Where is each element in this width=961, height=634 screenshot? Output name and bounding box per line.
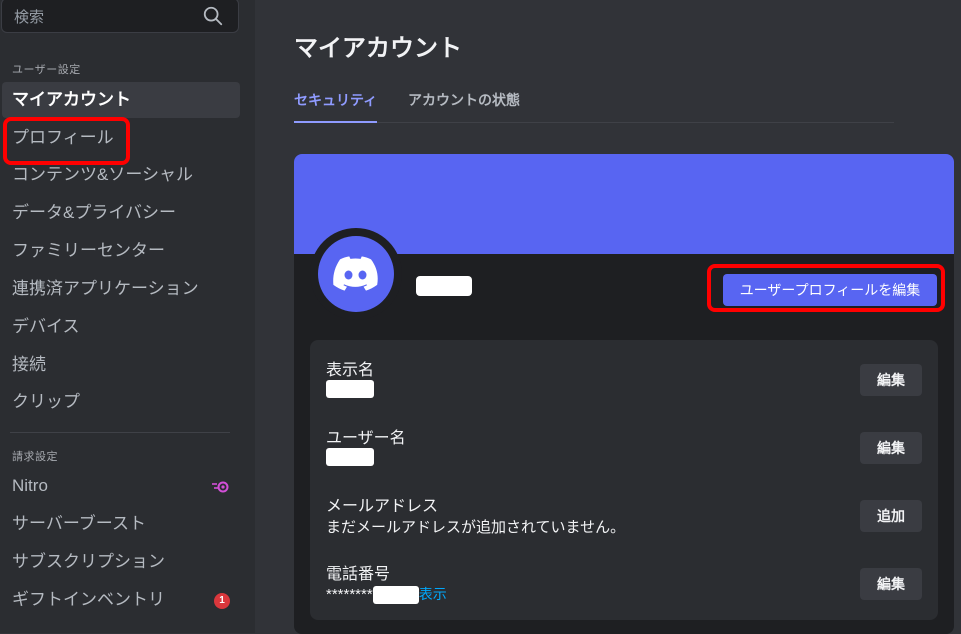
field-label: ユーザー名 bbox=[326, 430, 406, 447]
account-card: ユーザープロフィールを編集 表示名 編集 ユーザー名 編集 メールアドレス まだ… bbox=[294, 154, 954, 634]
sidebar-item-label: 連携済アプリケーション bbox=[12, 279, 199, 298]
sidebar-item-family-center[interactable]: ファミリーセンター bbox=[2, 233, 240, 269]
tab-account-status[interactable]: アカウントの状態 bbox=[408, 90, 520, 121]
discord-logo-icon bbox=[318, 236, 394, 312]
sidebar-item-label: クリップ bbox=[12, 392, 80, 411]
sidebar-item-label: デバイス bbox=[12, 317, 80, 336]
masked-phone: ******** bbox=[326, 586, 373, 603]
sidebar-item-label: コンテンツ&ソーシャル bbox=[12, 165, 193, 184]
search-input[interactable]: 検索 bbox=[1, 0, 239, 33]
edit-username-button[interactable]: 編集 bbox=[860, 432, 922, 464]
search-icon bbox=[203, 6, 223, 26]
user-settings-header: ユーザー設定 bbox=[12, 64, 81, 76]
notification-badge: 1 bbox=[214, 592, 230, 609]
redacted-value bbox=[326, 380, 374, 399]
redacted-value bbox=[326, 448, 374, 467]
sidebar-item-label: サブスクリプション bbox=[12, 552, 165, 571]
sidebar-item-label: 接続 bbox=[12, 355, 46, 374]
edit-user-profile-button[interactable]: ユーザープロフィールを編集 bbox=[723, 274, 937, 306]
page-title: マイアカウント bbox=[294, 35, 462, 62]
field-value: ******** 表示 bbox=[326, 584, 447, 605]
phone-field: 電話番号 ******** 表示 編集 bbox=[326, 560, 922, 620]
sidebar-item-label: データ&プライバシー bbox=[12, 203, 176, 222]
sidebar-item-subscriptions[interactable]: サブスクリプション bbox=[2, 544, 240, 580]
sidebar-item-label: ファミリーセンター bbox=[12, 241, 165, 260]
field-label: メールアドレス bbox=[326, 498, 439, 515]
billing-settings-header: 請求設定 bbox=[12, 451, 58, 463]
username-field: ユーザー名 編集 bbox=[326, 424, 922, 484]
field-label: 電話番号 bbox=[326, 566, 391, 583]
field-value: まだメールアドレスが追加されていません。 bbox=[326, 519, 626, 536]
nitro-icon bbox=[212, 468, 230, 504]
main-content: マイアカウント セキュリティ アカウントの状態 ユーザープロフィールを編集 表示… bbox=[255, 0, 961, 634]
sidebar-item-data-privacy[interactable]: データ&プライバシー bbox=[2, 195, 240, 231]
settings-sidebar: 検索 ユーザー設定 マイアカウント プロフィール コンテンツ&ソーシャル データ… bbox=[0, 0, 255, 633]
display-name-field: 表示名 編集 bbox=[326, 356, 922, 416]
avatar[interactable] bbox=[310, 228, 402, 320]
sidebar-item-nitro[interactable]: Nitro bbox=[2, 468, 240, 504]
sidebar-item-devices[interactable]: デバイス bbox=[2, 309, 240, 345]
sidebar-item-label: サーバーブースト bbox=[12, 514, 146, 533]
sidebar-item-connections[interactable]: 接続 bbox=[2, 347, 240, 383]
profile-banner bbox=[294, 154, 954, 254]
sidebar-item-label: プロフィール bbox=[12, 128, 114, 147]
search-placeholder: 検索 bbox=[14, 9, 45, 26]
sidebar-item-gift-inventory[interactable]: ギフトインベントリ 1 bbox=[2, 582, 240, 618]
field-value bbox=[326, 448, 374, 467]
tab-bar: セキュリティ アカウントの状態 bbox=[294, 88, 894, 123]
sidebar-item-clips[interactable]: クリップ bbox=[2, 384, 240, 420]
field-value bbox=[326, 380, 374, 399]
redacted-username bbox=[416, 276, 472, 296]
sidebar-item-server-boost[interactable]: サーバーブースト bbox=[2, 506, 240, 542]
sidebar-item-profile[interactable]: プロフィール bbox=[2, 120, 240, 156]
reveal-phone-link[interactable]: 表示 bbox=[419, 586, 447, 602]
add-email-button[interactable]: 追加 bbox=[860, 500, 922, 532]
email-field: メールアドレス まだメールアドレスが追加されていません。 追加 bbox=[326, 492, 922, 552]
sidebar-item-label: Nitro bbox=[12, 476, 48, 495]
redacted-value bbox=[372, 586, 419, 605]
sidebar-item-my-account[interactable]: マイアカウント bbox=[2, 82, 240, 118]
account-info-panel: 表示名 編集 ユーザー名 編集 メールアドレス まだメールアドレスが追加されてい… bbox=[310, 340, 938, 620]
edit-display-name-button[interactable]: 編集 bbox=[860, 364, 922, 396]
tab-security[interactable]: セキュリティ bbox=[294, 90, 378, 123]
sidebar-item-authorized-apps[interactable]: 連携済アプリケーション bbox=[2, 271, 240, 307]
sidebar-item-label: ギフトインベントリ bbox=[12, 590, 165, 609]
edit-phone-button[interactable]: 編集 bbox=[860, 568, 922, 600]
sidebar-item-label: マイアカウント bbox=[12, 90, 131, 109]
sidebar-item-content-social[interactable]: コンテンツ&ソーシャル bbox=[2, 157, 240, 193]
sidebar-divider bbox=[10, 432, 230, 433]
field-label: 表示名 bbox=[326, 362, 375, 379]
